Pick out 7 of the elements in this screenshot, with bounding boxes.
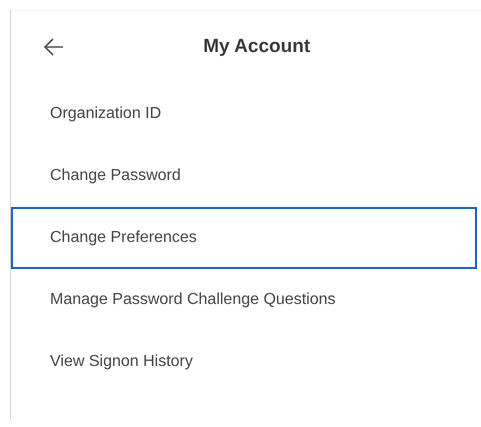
menu-item[interactable]: View Signon History [11,331,477,393]
menu-item[interactable]: Organization ID [11,83,477,145]
menu-item[interactable]: Change Password [11,145,477,207]
menu-item[interactable]: Change Preferences [11,207,477,269]
back-arrow-icon[interactable] [43,36,65,58]
menu-item[interactable]: Manage Password Challenge Questions [11,269,477,331]
page-title: My Account [203,36,310,58]
